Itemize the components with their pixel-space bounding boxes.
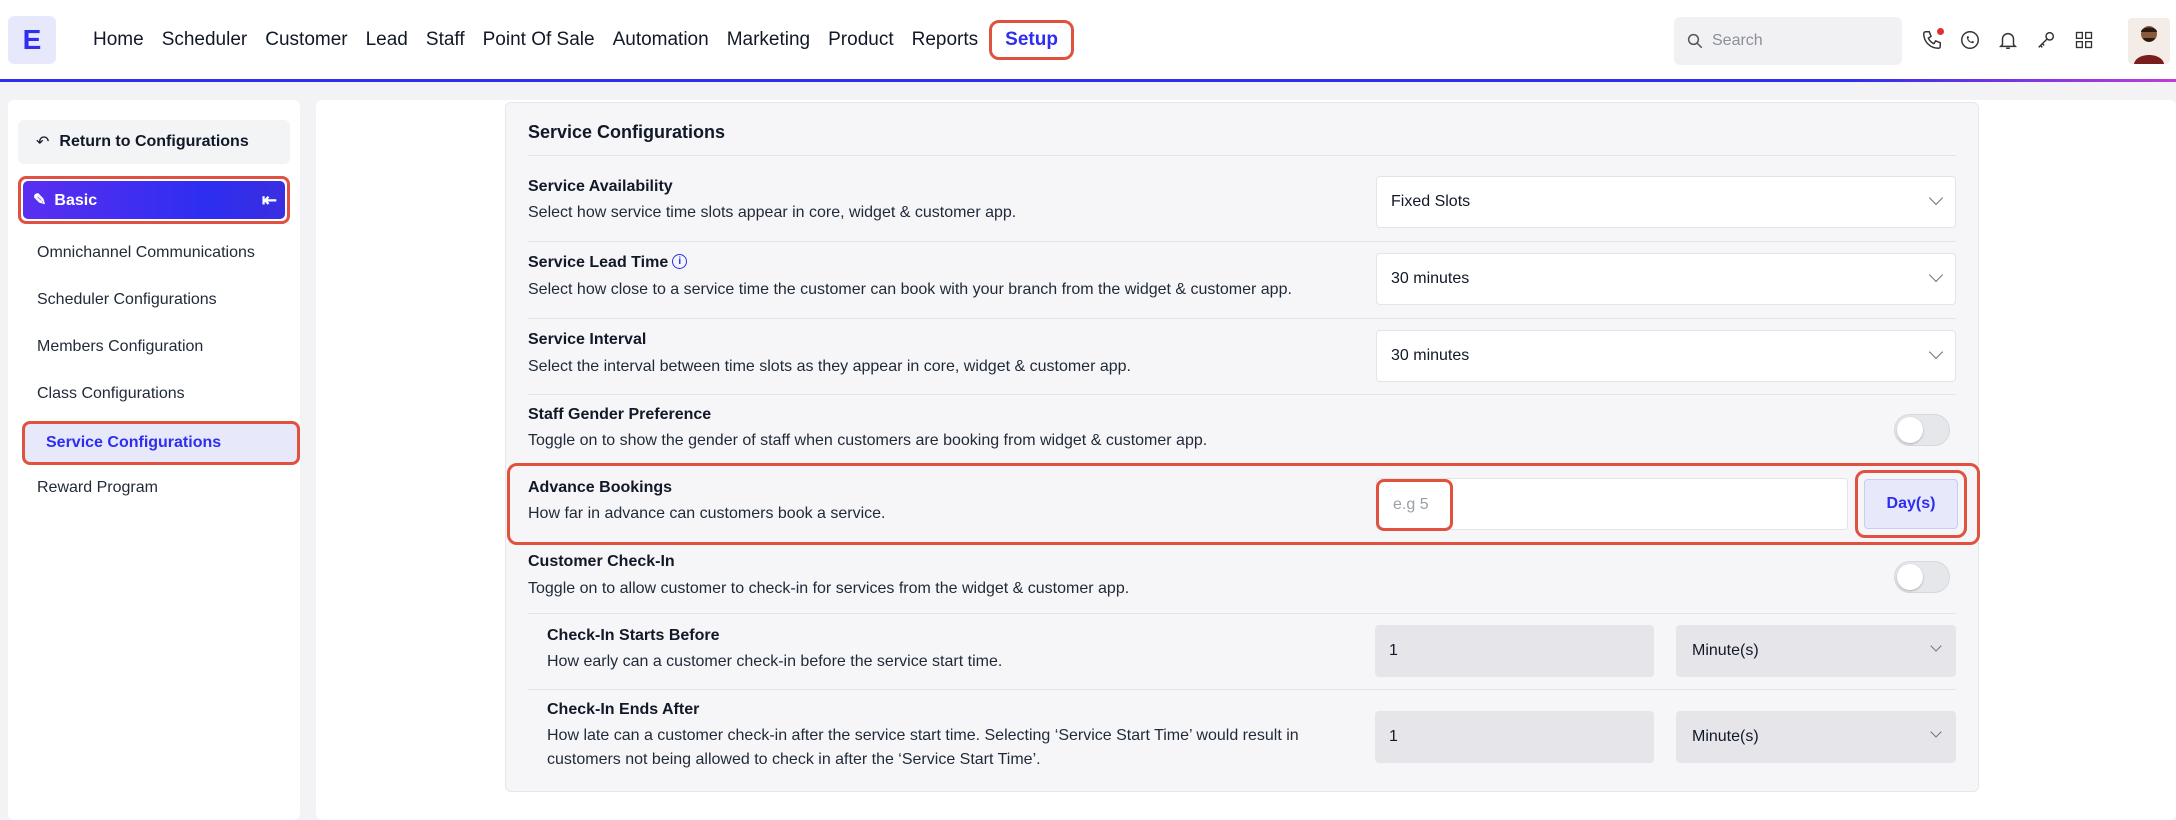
sidebar-item-class[interactable]: Class Configurations <box>37 385 185 403</box>
search-input[interactable]: Search <box>1674 17 1902 65</box>
config-sidebar: ↶ Return to Configurations ✎ Basic ⇤ Omni… <box>8 100 300 820</box>
gender-label: Staff Gender Preference <box>528 406 712 423</box>
checkin-desc: Toggle on to allow customer to check-in … <box>528 580 1130 597</box>
wrench-icon: ✎ <box>33 192 47 209</box>
interval-label: Service Interval <box>528 331 647 348</box>
divider <box>528 318 1956 319</box>
sidebar-item-service-configurations[interactable]: Service Configurations <box>22 421 300 465</box>
day-unit-button[interactable]: Day(s) <box>1864 479 1958 529</box>
interval-select[interactable]: 30 minutes <box>1376 330 1956 382</box>
basic-section-title: ✎ Basic <box>33 190 97 210</box>
ends-after-desc-line2: customers not being allowed to check in … <box>547 751 1041 768</box>
basic-section-header[interactable]: ✎ Basic ⇤ <box>18 176 290 224</box>
checkin-toggle[interactable] <box>1894 561 1950 593</box>
nav-staff[interactable]: Staff <box>417 29 474 51</box>
availability-select[interactable]: Fixed Slots <box>1376 176 1956 228</box>
ends-after-desc-line1: How late can a customer check-in after t… <box>547 727 1299 744</box>
chevron-down-icon <box>1930 640 1942 652</box>
nav-marketing[interactable]: Marketing <box>718 29 819 51</box>
gender-desc: Toggle on to show the gender of staff wh… <box>528 432 1208 449</box>
interval-desc: Select the interval between time slots a… <box>528 358 1131 375</box>
nav-home[interactable]: Home <box>84 29 153 51</box>
interval-value: 30 minutes <box>1391 347 1470 364</box>
ends-after-unit: Minute(s) <box>1692 728 1759 745</box>
card-title: Service Configurations <box>528 122 726 142</box>
lead-time-label-text: Service Lead Time <box>528 254 669 271</box>
nav-point-of-sale[interactable]: Point Of Sale <box>474 29 604 51</box>
whatsapp-icon[interactable] <box>1958 22 1982 58</box>
starts-before-unit: Minute(s) <box>1692 642 1759 659</box>
advance-days-placeholder[interactable]: e.g 5 <box>1376 479 1453 531</box>
search-placeholder: Search <box>1712 32 1763 49</box>
starts-before-desc: How early can a customer check-in before… <box>547 653 1003 670</box>
starts-before-unit-select[interactable]: Minute(s) <box>1676 625 1956 677</box>
search-icon <box>1687 33 1703 49</box>
header-accent-line <box>0 79 2176 82</box>
nav-lead[interactable]: Lead <box>357 29 417 51</box>
starts-before-label: Check-In Starts Before <box>547 627 720 644</box>
availability-label: Service Availability <box>528 178 673 195</box>
toggle-knob <box>1897 417 1923 443</box>
chevron-down-icon <box>1928 267 1944 283</box>
availability-desc: Select how service time slots appear in … <box>528 204 1017 221</box>
chevron-down-icon <box>1928 190 1944 206</box>
ends-after-unit-select[interactable]: Minute(s) <box>1676 711 1956 763</box>
notification-dot <box>1937 28 1944 35</box>
divider <box>528 394 1956 395</box>
availability-value: Fixed Slots <box>1391 193 1471 210</box>
bell-icon[interactable] <box>1996 22 2020 58</box>
chevron-down-icon <box>1930 726 1942 738</box>
divider <box>528 155 1956 156</box>
sidebar-item-reward-program[interactable]: Reward Program <box>37 479 158 497</box>
nav-automation[interactable]: Automation <box>604 29 718 51</box>
user-avatar[interactable] <box>2128 18 2170 64</box>
nav-product[interactable]: Product <box>819 29 902 51</box>
info-icon[interactable]: i <box>672 254 688 269</box>
ends-after-label: Check-In Ends After <box>547 701 700 718</box>
day-unit-highlight: Day(s) <box>1855 470 1967 538</box>
key-icon[interactable] <box>2034 22 2058 58</box>
apps-grid-icon[interactable] <box>2072 22 2096 58</box>
lead-time-select[interactable]: 30 minutes <box>1376 253 1956 305</box>
basic-label: Basic <box>54 192 98 209</box>
nav-reports[interactable]: Reports <box>903 29 988 51</box>
ends-after-input[interactable]: 1 <box>1375 711 1654 763</box>
header-icons <box>1920 22 2096 58</box>
toggle-knob <box>1897 564 1923 590</box>
nav-setup[interactable]: Setup <box>989 20 1074 60</box>
sidebar-item-scheduler[interactable]: Scheduler Configurations <box>37 291 217 309</box>
return-label: Return to Configurations <box>59 133 249 150</box>
nav-scheduler[interactable]: Scheduler <box>153 29 257 51</box>
lead-time-value: 30 minutes <box>1391 270 1470 287</box>
divider <box>528 613 1956 614</box>
sidebar-item-members[interactable]: Members Configuration <box>37 338 203 356</box>
divider <box>528 689 1956 690</box>
checkin-label: Customer Check-In <box>528 553 675 570</box>
chevron-down-icon <box>1928 344 1944 360</box>
nav-customer[interactable]: Customer <box>256 29 356 51</box>
advance-label: Advance Bookings <box>528 479 673 496</box>
return-to-configurations-button[interactable]: ↶ Return to Configurations <box>18 120 290 164</box>
main-nav: Home Scheduler Customer Lead Staff Point… <box>84 0 1074 80</box>
top-navbar: E Home Scheduler Customer Lead Staff Poi… <box>0 0 2176 80</box>
collapse-icon[interactable]: ⇤ <box>262 190 277 211</box>
starts-before-input[interactable]: 1 <box>1375 625 1654 677</box>
return-arrow-icon: ↶ <box>36 134 50 151</box>
sidebar-item-omnichannel[interactable]: Omnichannel Communications <box>37 244 255 262</box>
app-logo[interactable]: E <box>8 16 56 64</box>
lead-time-desc: Select how close to a service time the c… <box>528 281 1292 298</box>
phone-icon[interactable] <box>1920 22 1944 58</box>
lead-time-label: Service Lead Time i <box>528 254 688 272</box>
divider <box>528 241 1956 242</box>
gender-toggle[interactable] <box>1894 414 1950 446</box>
advance-desc: How far in advance can customers book a … <box>528 505 886 522</box>
